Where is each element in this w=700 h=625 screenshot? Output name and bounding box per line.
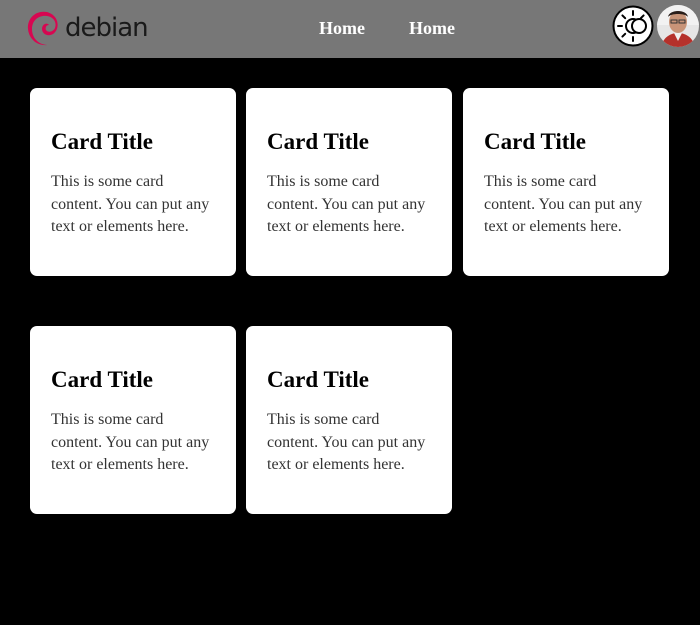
logo-text: debian	[65, 13, 149, 43]
card: Card Title This is some card content. Yo…	[246, 326, 452, 514]
avatar-image	[657, 5, 699, 47]
card-title: Card Title	[267, 129, 370, 154]
nav-link-home-2[interactable]: Home	[409, 17, 455, 39]
card-title: Card Title	[267, 367, 370, 392]
card-title: Card Title	[484, 129, 587, 154]
card: Card Title This is some card content. Yo…	[30, 326, 236, 514]
user-avatar[interactable]	[657, 5, 699, 47]
card: Card Title This is some card content. Yo…	[30, 88, 236, 276]
debian-swirl-icon	[27, 11, 58, 46]
card-title: Card Title	[51, 367, 154, 392]
card-content: This is some card content. You can put a…	[484, 173, 643, 236]
card-content: This is some card content. You can put a…	[51, 173, 210, 236]
top-navbar: debian Home Home	[0, 0, 700, 58]
debian-logo-link[interactable]: debian	[25, 6, 149, 50]
card: Card Title This is some card content. Yo…	[463, 88, 669, 276]
theme-toggle-button[interactable]	[612, 5, 654, 47]
sun-moon-icon	[612, 5, 654, 47]
card-content: This is some card content. You can put a…	[267, 173, 426, 236]
card: Card Title This is some card content. Yo…	[246, 88, 452, 276]
nav-link-home[interactable]: Home	[319, 17, 365, 39]
card-content: This is some card content. You can put a…	[51, 411, 210, 474]
card-content: This is some card content. You can put a…	[267, 411, 426, 474]
card-title: Card Title	[51, 129, 154, 154]
